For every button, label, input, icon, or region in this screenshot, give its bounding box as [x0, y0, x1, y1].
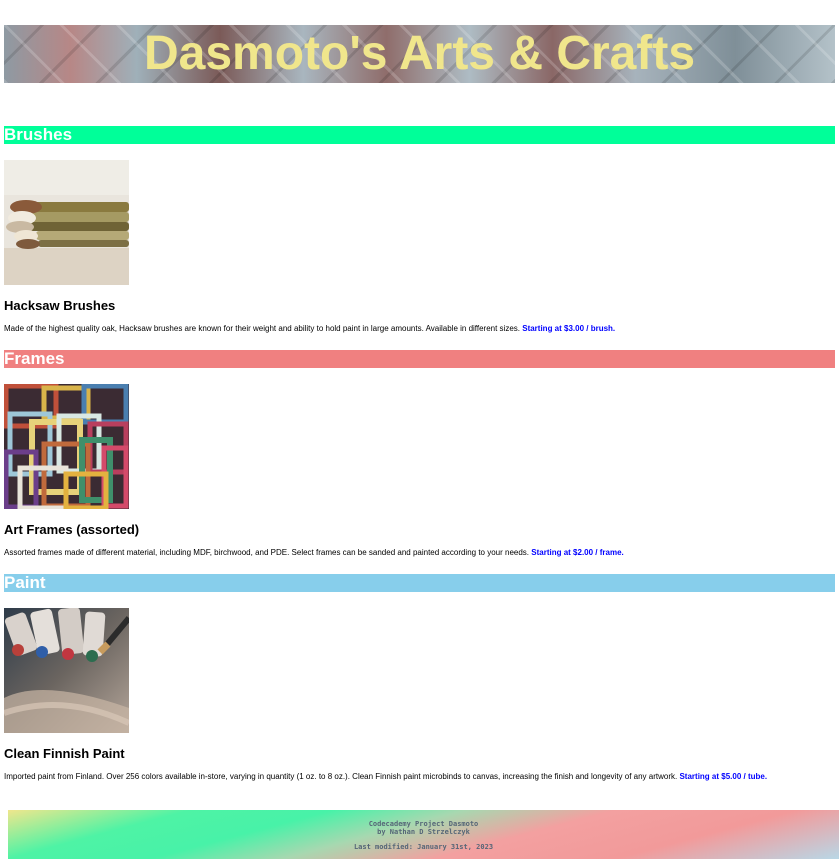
product-description-frames: Assorted frames made of different materi…: [4, 548, 624, 557]
footer-project: Codecademy Project Dasmoto: [368, 820, 479, 828]
product-name-brushes: Hacksaw Brushes: [4, 298, 116, 313]
section-heading-paint: Paint: [4, 574, 835, 592]
section-heading-brushes: Brushes: [4, 126, 835, 144]
brushes-illustration: [4, 160, 129, 285]
brushes-image: [4, 160, 129, 285]
page: Dasmoto's Arts & Crafts Brushes Hacksaw …: [0, 0, 839, 862]
product-name-paint: Clean Finnish Paint: [4, 746, 125, 761]
product-description-brushes: Made of the highest quality oak, Hacksaw…: [4, 324, 615, 333]
footer: Codecademy Project Dasmoto by Nathan D S…: [8, 810, 839, 859]
product-name-frames: Art Frames (assorted): [4, 522, 140, 537]
price-brushes: Starting at $3.00 / brush.: [522, 324, 616, 333]
footer-last-modified: Last modified: January 31st, 2023: [353, 843, 494, 851]
footer-author: by Nathan D Strzelczyk: [377, 828, 470, 836]
site-title: Dasmoto's Arts & Crafts: [143, 27, 696, 80]
description-text: Assorted frames made of different materi…: [4, 548, 530, 557]
description-text: Imported paint from Finland. Over 256 co…: [4, 772, 678, 781]
product-description-paint: Imported paint from Finland. Over 256 co…: [4, 772, 767, 781]
frames-illustration: [4, 384, 129, 509]
paint-image: [4, 608, 129, 733]
price-paint: Starting at $5.00 / tube.: [679, 772, 768, 781]
price-frames: Starting at $2.00 / frame.: [531, 548, 624, 557]
frames-image: [4, 384, 129, 509]
paint-illustration: [4, 608, 129, 733]
section-heading-frames: Frames: [4, 350, 835, 368]
header-banner: Dasmoto's Arts & Crafts: [4, 25, 835, 83]
description-text: Made of the highest quality oak, Hacksaw…: [4, 324, 520, 333]
